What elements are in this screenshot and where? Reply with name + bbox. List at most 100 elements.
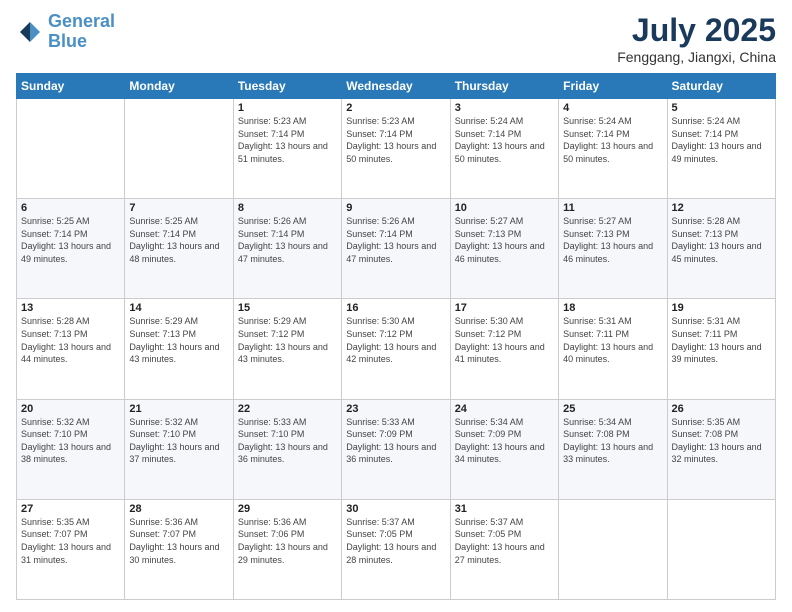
calendar-cell: 2Sunrise: 5:23 AMSunset: 7:14 PMDaylight…: [342, 99, 450, 199]
calendar-week-row: 13Sunrise: 5:28 AMSunset: 7:13 PMDayligh…: [17, 299, 776, 399]
day-number: 20: [21, 403, 120, 415]
weekday-header: Monday: [125, 74, 233, 99]
calendar-cell: 29Sunrise: 5:36 AMSunset: 7:06 PMDayligh…: [233, 499, 341, 599]
logo-line2: Blue: [48, 31, 87, 51]
calendar-week-row: 1 Sunrise: 5:23 AMSunset: 7:14 PMDaylight…: [17, 99, 776, 199]
day-number: 30: [346, 503, 445, 515]
day-number: 16: [346, 302, 445, 314]
logo: General Blue: [16, 12, 115, 52]
day-info: Sunrise: 5:26 AMSunset: 7:14 PMDaylight:…: [346, 215, 445, 265]
calendar-cell: 18Sunrise: 5:31 AMSunset: 7:11 PMDayligh…: [559, 299, 667, 399]
day-info: Sunrise: 5:34 AMSunset: 7:09 PMDaylight:…: [455, 416, 554, 466]
weekday-header-row: SundayMondayTuesdayWednesdayThursdayFrid…: [17, 74, 776, 99]
logo-text: General Blue: [48, 12, 115, 52]
day-number: 28: [129, 503, 228, 515]
day-number: 23: [346, 403, 445, 415]
calendar-cell: 9Sunrise: 5:26 AMSunset: 7:14 PMDaylight…: [342, 199, 450, 299]
day-info: Sunrise: 5:28 AMSunset: 7:13 PMDaylight:…: [21, 315, 120, 365]
day-number: 9: [346, 202, 445, 214]
location: Fenggang, Jiangxi, China: [617, 49, 776, 65]
day-number: 13: [21, 302, 120, 314]
calendar-cell: 14Sunrise: 5:29 AMSunset: 7:13 PMDayligh…: [125, 299, 233, 399]
day-info: Sunrise: 5:27 AMSunset: 7:13 PMDaylight:…: [455, 215, 554, 265]
day-info: Sunrise: 5:31 AMSunset: 7:11 PMDaylight:…: [672, 315, 771, 365]
day-number: 8: [238, 202, 337, 214]
weekday-header: Sunday: [17, 74, 125, 99]
calendar-cell: 30Sunrise: 5:37 AMSunset: 7:05 PMDayligh…: [342, 499, 450, 599]
weekday-header: Friday: [559, 74, 667, 99]
day-info: Sunrise: 5:25 AMSunset: 7:14 PMDaylight:…: [129, 215, 228, 265]
calendar-cell: 19Sunrise: 5:31 AMSunset: 7:11 PMDayligh…: [667, 299, 775, 399]
day-info: Sunrise: 5:24 AMSunset: 7:14 PMDaylight:…: [455, 115, 554, 165]
day-info: Sunrise: 5:29 AMSunset: 7:13 PMDaylight:…: [129, 315, 228, 365]
day-info: Sunrise: 5:37 AMSunset: 7:05 PMDaylight:…: [346, 516, 445, 566]
calendar-cell: 6Sunrise: 5:25 AMSunset: 7:14 PMDaylight…: [17, 199, 125, 299]
day-number: 29: [238, 503, 337, 515]
day-info: Sunrise: 5:36 AMSunset: 7:07 PMDaylight:…: [129, 516, 228, 566]
day-info: Sunrise: 5:26 AMSunset: 7:14 PMDaylight:…: [238, 215, 337, 265]
calendar-table: SundayMondayTuesdayWednesdayThursdayFrid…: [16, 73, 776, 600]
day-number: 21: [129, 403, 228, 415]
calendar-cell: 8Sunrise: 5:26 AMSunset: 7:14 PMDaylight…: [233, 199, 341, 299]
logo-icon: [16, 18, 44, 46]
calendar-cell: [559, 499, 667, 599]
weekday-header: Tuesday: [233, 74, 341, 99]
calendar-cell: 11Sunrise: 5:27 AMSunset: 7:13 PMDayligh…: [559, 199, 667, 299]
day-number: 24: [455, 403, 554, 415]
day-info: Sunrise: 5:28 AMSunset: 7:13 PMDaylight:…: [672, 215, 771, 265]
day-info: Sunrise: 5:32 AMSunset: 7:10 PMDaylight:…: [129, 416, 228, 466]
day-number: 31: [455, 503, 554, 515]
calendar-cell: 17Sunrise: 5:30 AMSunset: 7:12 PMDayligh…: [450, 299, 558, 399]
calendar-cell: 23Sunrise: 5:33 AMSunset: 7:09 PMDayligh…: [342, 399, 450, 499]
day-info: Sunrise: 5:23 AMSunset: 7:14 PMDaylight:…: [346, 115, 445, 165]
calendar-cell: 4Sunrise: 5:24 AMSunset: 7:14 PMDaylight…: [559, 99, 667, 199]
calendar-week-row: 27Sunrise: 5:35 AMSunset: 7:07 PMDayligh…: [17, 499, 776, 599]
calendar-cell: [667, 499, 775, 599]
day-info: Sunrise: 5:37 AMSunset: 7:05 PMDaylight:…: [455, 516, 554, 566]
day-number: 26: [672, 403, 771, 415]
calendar-week-row: 6Sunrise: 5:25 AMSunset: 7:14 PMDaylight…: [17, 199, 776, 299]
day-number: 2: [346, 102, 445, 114]
day-info: Sunrise: 5:34 AMSunset: 7:08 PMDaylight:…: [563, 416, 662, 466]
calendar-cell: 12Sunrise: 5:28 AMSunset: 7:13 PMDayligh…: [667, 199, 775, 299]
day-number: 1: [238, 102, 337, 114]
calendar-week-row: 20 Sunrise: 5:32 AMSunset: 7:10 PMDayligh…: [17, 399, 776, 499]
day-info: Sunrise: 5:35 AMSunset: 7:08 PMDaylight:…: [672, 416, 771, 466]
day-number: 5: [672, 102, 771, 114]
day-number: 10: [455, 202, 554, 214]
calendar-cell: 20Sunrise: 5:32 AMSunset: 7:10 PMDayligh…: [17, 399, 125, 499]
calendar-cell: 27Sunrise: 5:35 AMSunset: 7:07 PMDayligh…: [17, 499, 125, 599]
calendar-cell: 16Sunrise: 5:30 AMSunset: 7:12 PMDayligh…: [342, 299, 450, 399]
month-year: July 2025: [617, 12, 776, 49]
calendar-cell: [125, 99, 233, 199]
calendar-cell: 13Sunrise: 5:28 AMSunset: 7:13 PMDayligh…: [17, 299, 125, 399]
day-info: Sunrise: 5:30 AMSunset: 7:12 PMDaylight:…: [346, 315, 445, 365]
day-info: Sunrise: 5:27 AMSunset: 7:13 PMDaylight:…: [563, 215, 662, 265]
day-number: 4: [563, 102, 662, 114]
calendar-cell: 5Sunrise: 5:24 AMSunset: 7:14 PMDaylight…: [667, 99, 775, 199]
day-info: Sunrise: 5:24 AMSunset: 7:14 PMDaylight:…: [563, 115, 662, 165]
day-number: 25: [563, 403, 662, 415]
weekday-header: Wednesday: [342, 74, 450, 99]
calendar-cell: 1Sunrise: 5:23 AMSunset: 7:14 PMDaylight…: [233, 99, 341, 199]
day-number: 27: [21, 503, 120, 515]
day-info: Sunrise: 5:29 AMSunset: 7:12 PMDaylight:…: [238, 315, 337, 365]
day-number: 6: [21, 202, 120, 214]
calendar-cell: 7Sunrise: 5:25 AMSunset: 7:14 PMDaylight…: [125, 199, 233, 299]
day-number: 19: [672, 302, 771, 314]
day-info: Sunrise: 5:36 AMSunset: 7:06 PMDaylight:…: [238, 516, 337, 566]
title-block: July 2025 Fenggang, Jiangxi, China: [617, 12, 776, 65]
calendar-cell: 31Sunrise: 5:37 AMSunset: 7:05 PMDayligh…: [450, 499, 558, 599]
calendar-cell: 22Sunrise: 5:33 AMSunset: 7:10 PMDayligh…: [233, 399, 341, 499]
header: General Blue July 2025 Fenggang, Jiangxi…: [16, 12, 776, 65]
day-number: 17: [455, 302, 554, 314]
calendar-cell: 24Sunrise: 5:34 AMSunset: 7:09 PMDayligh…: [450, 399, 558, 499]
day-info: Sunrise: 5:31 AMSunset: 7:11 PMDaylight:…: [563, 315, 662, 365]
day-info: Sunrise: 5:25 AMSunset: 7:14 PMDaylight:…: [21, 215, 120, 265]
weekday-header: Thursday: [450, 74, 558, 99]
day-number: 18: [563, 302, 662, 314]
day-number: 3: [455, 102, 554, 114]
day-number: 12: [672, 202, 771, 214]
calendar-cell: 3Sunrise: 5:24 AMSunset: 7:14 PMDaylight…: [450, 99, 558, 199]
logo-line1: General: [48, 11, 115, 31]
